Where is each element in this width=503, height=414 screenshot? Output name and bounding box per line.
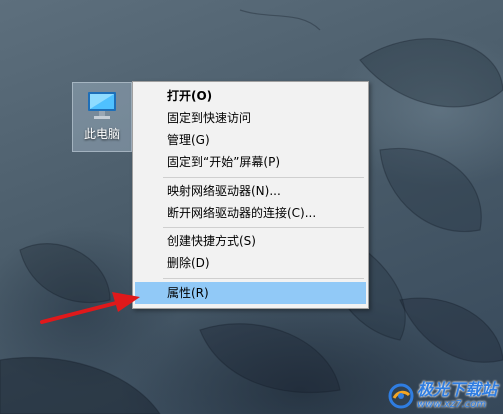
watermark-name: 极光下载站	[416, 380, 497, 400]
watermark-url: www.xz7.com	[416, 399, 487, 410]
watermark: 极光下载站 www.xz7.com	[388, 381, 497, 410]
red-arrow-annotation	[40, 292, 140, 324]
aurora-logo-icon	[388, 383, 414, 409]
